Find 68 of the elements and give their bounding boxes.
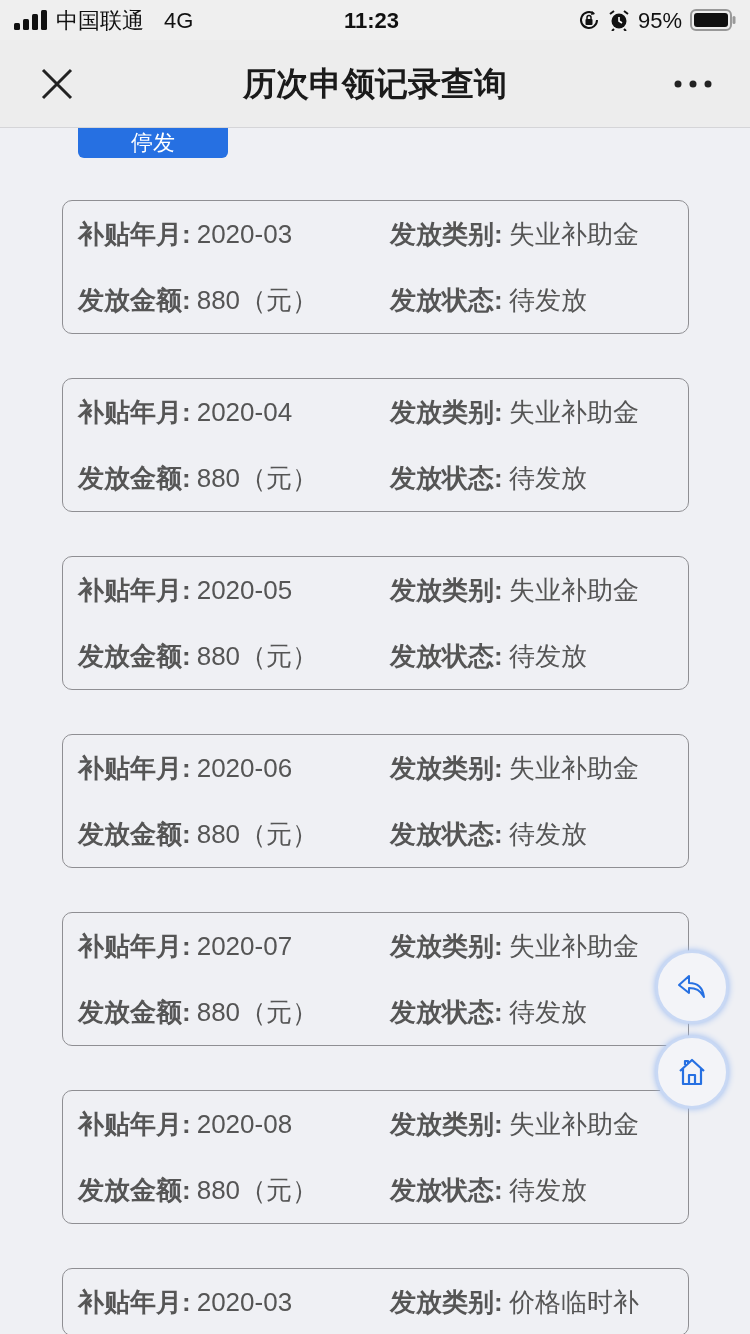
- field-value: 失业补助金: [508, 395, 639, 429]
- field-label: 发放金额:: [78, 461, 191, 495]
- close-icon[interactable]: [41, 67, 73, 100]
- field-value: 待发放: [508, 995, 587, 1029]
- field-value: 待发放: [508, 817, 587, 851]
- field-label: 发放类别:: [390, 395, 503, 429]
- stop-button[interactable]: 停发: [78, 128, 228, 158]
- field-value: 失业补助金: [508, 929, 639, 963]
- field-value: 880（元）: [196, 817, 319, 851]
- field-label: 发放类别:: [390, 1285, 503, 1319]
- home-button[interactable]: [655, 1035, 729, 1109]
- field-label: 补贴年月:: [78, 751, 191, 785]
- field-label: 发放金额:: [78, 639, 191, 673]
- field-label: 补贴年月:: [78, 573, 191, 607]
- field-label: 发放状态:: [390, 639, 503, 673]
- field-label: 补贴年月:: [78, 1285, 191, 1319]
- field-label: 发放状态:: [390, 817, 503, 851]
- reply-arrow-icon: [677, 974, 707, 1000]
- page-title: 历次申领记录查询: [243, 63, 507, 104]
- field-value: 待发放: [508, 283, 587, 317]
- field-value: 2020-03: [196, 1285, 293, 1319]
- home-icon: [677, 1057, 707, 1087]
- battery-percent: 95%: [637, 6, 682, 35]
- field-value: 2020-07: [196, 929, 293, 963]
- field-label: 补贴年月:: [78, 929, 191, 963]
- more-icon[interactable]: [674, 79, 712, 88]
- status-time: 11:23: [344, 6, 400, 35]
- field-value: 待发放: [508, 639, 587, 673]
- field-value: 880（元）: [196, 639, 319, 673]
- field-label: 发放类别:: [390, 929, 503, 963]
- field-label: 补贴年月:: [78, 395, 191, 429]
- field-value: 2020-04: [196, 395, 293, 429]
- field-label: 发放状态:: [390, 283, 503, 317]
- field-value: 880（元）: [196, 1173, 319, 1207]
- field-value: 待发放: [508, 461, 587, 495]
- field-value: 失业补助金: [508, 573, 639, 607]
- field-value: 2020-08: [196, 1107, 293, 1141]
- field-value: 880（元）: [196, 995, 319, 1029]
- field-value: 失业补助金: [508, 751, 639, 785]
- field-label: 发放金额:: [78, 995, 191, 1029]
- field-value: 2020-05: [196, 573, 293, 607]
- carrier-name: 中国联通: [56, 6, 144, 35]
- alarm-icon: [607, 9, 630, 31]
- battery-icon: [690, 9, 736, 31]
- field-label: 发放类别:: [390, 573, 503, 607]
- field-label: 补贴年月:: [78, 1107, 191, 1141]
- back-button[interactable]: [655, 950, 729, 1024]
- field-label: 发放类别:: [390, 751, 503, 785]
- network-type: 4G: [164, 6, 194, 35]
- field-value: 880（元）: [196, 461, 319, 495]
- field-label: 发放金额:: [78, 1173, 191, 1207]
- field-label: 发放类别:: [390, 1107, 503, 1141]
- field-label: 发放状态:: [390, 1173, 503, 1207]
- field-value: 失业补助金: [508, 1107, 639, 1141]
- field-label: 发放状态:: [390, 461, 503, 495]
- field-value: 2020-06: [196, 751, 293, 785]
- field-label: 发放状态:: [390, 995, 503, 1029]
- field-label: 发放金额:: [78, 283, 191, 317]
- field-label: 发放类别:: [390, 217, 503, 251]
- field-value: 880（元）: [196, 283, 319, 317]
- rotation-lock-icon: [577, 9, 600, 31]
- field-label: 补贴年月:: [78, 217, 191, 251]
- field-value: 价格临时补: [508, 1285, 639, 1319]
- field-label: 发放金额:: [78, 817, 191, 851]
- field-value: 失业补助金: [508, 217, 639, 251]
- field-value: 待发放: [508, 1173, 587, 1207]
- signal-icon: [14, 10, 48, 30]
- field-value: 2020-03: [196, 217, 293, 251]
